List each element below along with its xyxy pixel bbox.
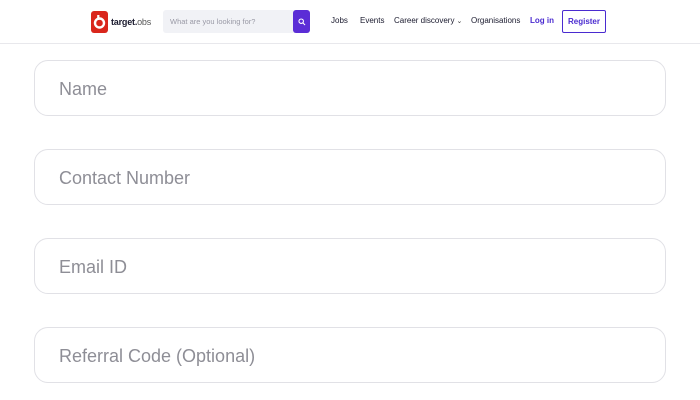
search-icon (297, 17, 305, 25)
nav-career-discovery-label: Career discovery (394, 16, 455, 25)
referral-code-field[interactable] (57, 328, 641, 384)
search-button[interactable] (293, 10, 310, 33)
search-input[interactable] (168, 16, 292, 27)
logo-wordmark: target.obs (111, 17, 151, 27)
site-logo[interactable]: target.obs (91, 11, 151, 33)
nav-organisations[interactable]: Organisations (471, 16, 520, 25)
chevron-down-icon: ⌄ (456, 18, 463, 25)
login-link[interactable]: Log in (530, 16, 554, 25)
search-bar (163, 10, 310, 33)
contact-number-field[interactable] (57, 150, 641, 206)
email-field[interactable] (57, 239, 641, 295)
name-field-container (34, 60, 666, 117)
nav-career-discovery[interactable]: Career discovery ⌄ (394, 16, 462, 25)
site-header: target.obs Jobs Events Career discovery⌄… (0, 0, 700, 44)
contact-number-field-container (34, 149, 666, 206)
target-logo-icon (91, 11, 108, 33)
nav-jobs[interactable]: Jobs (331, 16, 348, 25)
logo-brand: target (111, 17, 135, 27)
register-button[interactable]: Register (562, 10, 606, 33)
email-field-container (34, 238, 666, 295)
nav-events[interactable]: Events (360, 16, 384, 25)
logo-suffix: obs (137, 17, 152, 27)
name-field[interactable] (57, 61, 641, 117)
referral-code-field-container (34, 327, 666, 384)
